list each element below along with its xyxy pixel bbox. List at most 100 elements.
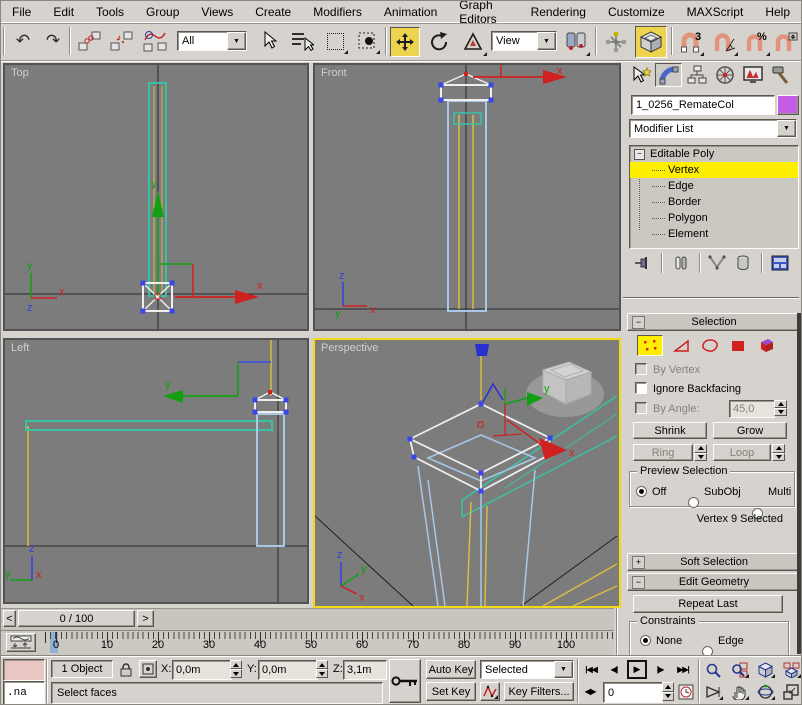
- stack-item-editable-poly[interactable]: − Editable Poly: [630, 146, 798, 162]
- repeat-last-button[interactable]: Repeat Last: [633, 595, 783, 613]
- bind-to-space-warp-button[interactable]: [139, 27, 171, 55]
- selection-set-arrow[interactable]: ▼: [554, 661, 573, 678]
- menu-graph-editors[interactable]: Graph Editors: [448, 0, 519, 26]
- select-by-name-button[interactable]: [287, 27, 317, 55]
- ring-spinner[interactable]: [694, 444, 707, 461]
- time-slider-handle[interactable]: 0 / 100: [18, 610, 135, 627]
- preview-off-radio[interactable]: [636, 486, 647, 497]
- menu-views[interactable]: Views: [190, 5, 244, 19]
- key-mode-toggle-button[interactable]: ◀▶: [581, 682, 599, 701]
- soft-selection-rollout-header[interactable]: + Soft Selection: [627, 553, 799, 571]
- selection-set-dropdown[interactable]: Selected ▼: [480, 660, 574, 679]
- select-and-manipulate-button[interactable]: [601, 27, 631, 57]
- menu-rendering[interactable]: Rendering: [520, 5, 597, 19]
- stack-item-border[interactable]: Border: [630, 194, 798, 210]
- pin-stack-button[interactable]: [631, 253, 655, 273]
- viewport-top[interactable]: Top y x: [3, 63, 309, 331]
- unlink-selection-button[interactable]: [107, 27, 137, 55]
- snap-toggle-3d-button[interactable]: 3: [675, 27, 705, 57]
- viewport-perspective[interactable]: Perspective: [313, 338, 621, 608]
- absolute-offset-toggle[interactable]: [139, 660, 157, 678]
- collapse-box[interactable]: −: [634, 149, 645, 160]
- menu-modifiers[interactable]: Modifiers: [302, 5, 373, 19]
- selection-lock-button[interactable]: [117, 660, 135, 678]
- zoom-extents-all-button[interactable]: [780, 660, 802, 679]
- undo-button[interactable]: ↶: [9, 27, 37, 55]
- modifier-stack[interactable]: − Editable Poly Vertex Edge Border Polyg…: [629, 145, 799, 249]
- move-gizmo-left[interactable]: y: [163, 379, 238, 403]
- by-vertex-checkbox[interactable]: [635, 363, 647, 375]
- current-frame-field[interactable]: 0: [603, 682, 663, 703]
- tab-modify[interactable]: [655, 63, 682, 87]
- select-and-link-button[interactable]: [75, 27, 105, 55]
- select-and-move-button[interactable]: [390, 27, 420, 57]
- selection-filter-dropdown[interactable]: All ▼: [177, 31, 247, 51]
- angle-snap-toggle-button[interactable]: [709, 27, 739, 57]
- redo-button[interactable]: ↷: [39, 27, 67, 55]
- menu-tools[interactable]: Tools: [85, 5, 135, 19]
- select-and-scale-button[interactable]: [458, 27, 488, 57]
- maximize-viewport-toggle-button[interactable]: [780, 682, 802, 701]
- stack-item-element[interactable]: Element: [630, 226, 798, 242]
- remove-modifier-button[interactable]: [731, 253, 755, 273]
- by-angle-checkbox[interactable]: [635, 402, 647, 414]
- z-coordinate-field[interactable]: 3,1m: [343, 660, 387, 680]
- play-button[interactable]: ▶: [627, 660, 647, 679]
- move-gizmo-top[interactable]: y x: [151, 178, 263, 304]
- tab-hierarchy[interactable]: [683, 63, 710, 87]
- menu-edit[interactable]: Edit: [42, 5, 85, 19]
- ring-button[interactable]: Ring: [633, 444, 693, 461]
- time-slider-track[interactable]: < 0 / 100 >: [1, 608, 614, 630]
- stack-item-polygon[interactable]: Polygon: [630, 210, 798, 226]
- snaps-toggle-button[interactable]: [635, 26, 667, 58]
- rectangular-selection-region-button[interactable]: [321, 27, 349, 55]
- menu-file[interactable]: File: [1, 5, 42, 19]
- use-pivot-center-button[interactable]: [561, 27, 591, 57]
- object-name-field[interactable]: 1_0256_RemateCol: [631, 95, 775, 115]
- zoom-button[interactable]: [702, 660, 724, 679]
- menu-create[interactable]: Create: [244, 5, 302, 19]
- track-bar[interactable]: 0 10 20 30 40 50 60 70 80 90 100: [1, 630, 614, 657]
- zoom-all-button[interactable]: [728, 660, 750, 679]
- shaded-box-object[interactable]: [526, 362, 604, 417]
- window-crossing-toggle-button[interactable]: [353, 27, 381, 55]
- mini-curve-editor-button[interactable]: [6, 633, 36, 652]
- viewport-top-canvas[interactable]: y x y z x: [5, 65, 307, 329]
- x-spinner[interactable]: [230, 660, 242, 678]
- subobject-edge-button[interactable]: [669, 335, 695, 356]
- subobject-element-button[interactable]: [753, 335, 779, 356]
- viewport-front-label[interactable]: Front: [321, 67, 347, 79]
- macro-recorder-pane[interactable]: [3, 659, 45, 681]
- move-gizmo-front[interactable]: x: [473, 65, 567, 84]
- reference-coordinate-dropdown[interactable]: View ▼: [491, 31, 557, 51]
- by-angle-spinner[interactable]: [774, 400, 787, 416]
- coord-system-arrow[interactable]: ▼: [537, 32, 556, 50]
- grow-button[interactable]: Grow: [713, 422, 787, 439]
- time-slider-prev-button[interactable]: <: [3, 610, 16, 627]
- stack-item-edge[interactable]: Edge: [630, 178, 798, 194]
- loop-spinner[interactable]: [772, 444, 785, 461]
- by-angle-field[interactable]: 45,0: [729, 400, 775, 418]
- percent-snap-toggle-button[interactable]: %: [741, 27, 771, 57]
- rollout-scrollbar[interactable]: [797, 313, 801, 654]
- next-frame-button[interactable]: |▶: [651, 660, 669, 679]
- menu-customize[interactable]: Customize: [597, 5, 676, 19]
- tab-utilities[interactable]: [767, 63, 794, 87]
- viewport-front[interactable]: Front x: [313, 63, 621, 331]
- pan-button[interactable]: [728, 682, 750, 701]
- viewport-left[interactable]: Left y: [3, 338, 309, 604]
- tab-display[interactable]: [739, 63, 766, 87]
- object-color-swatch[interactable]: [777, 95, 799, 115]
- y-coordinate-field[interactable]: 0,0m: [258, 660, 318, 680]
- frame-spinner[interactable]: [662, 682, 674, 701]
- selection-filter-arrow[interactable]: ▼: [227, 32, 246, 50]
- arc-rotate-button[interactable]: [754, 682, 776, 701]
- spinner-snap-toggle-button[interactable]: [771, 27, 801, 57]
- viewport-top-label[interactable]: Top: [11, 67, 29, 79]
- viewport-perspective-canvas[interactable]: y x z y x: [315, 340, 619, 606]
- field-of-view-button[interactable]: [702, 682, 724, 701]
- menu-help[interactable]: Help: [754, 5, 801, 19]
- selection-rollout-header[interactable]: − Selection: [627, 313, 799, 331]
- tab-motion[interactable]: [711, 63, 738, 87]
- go-to-start-button[interactable]: |◀◀: [581, 660, 601, 679]
